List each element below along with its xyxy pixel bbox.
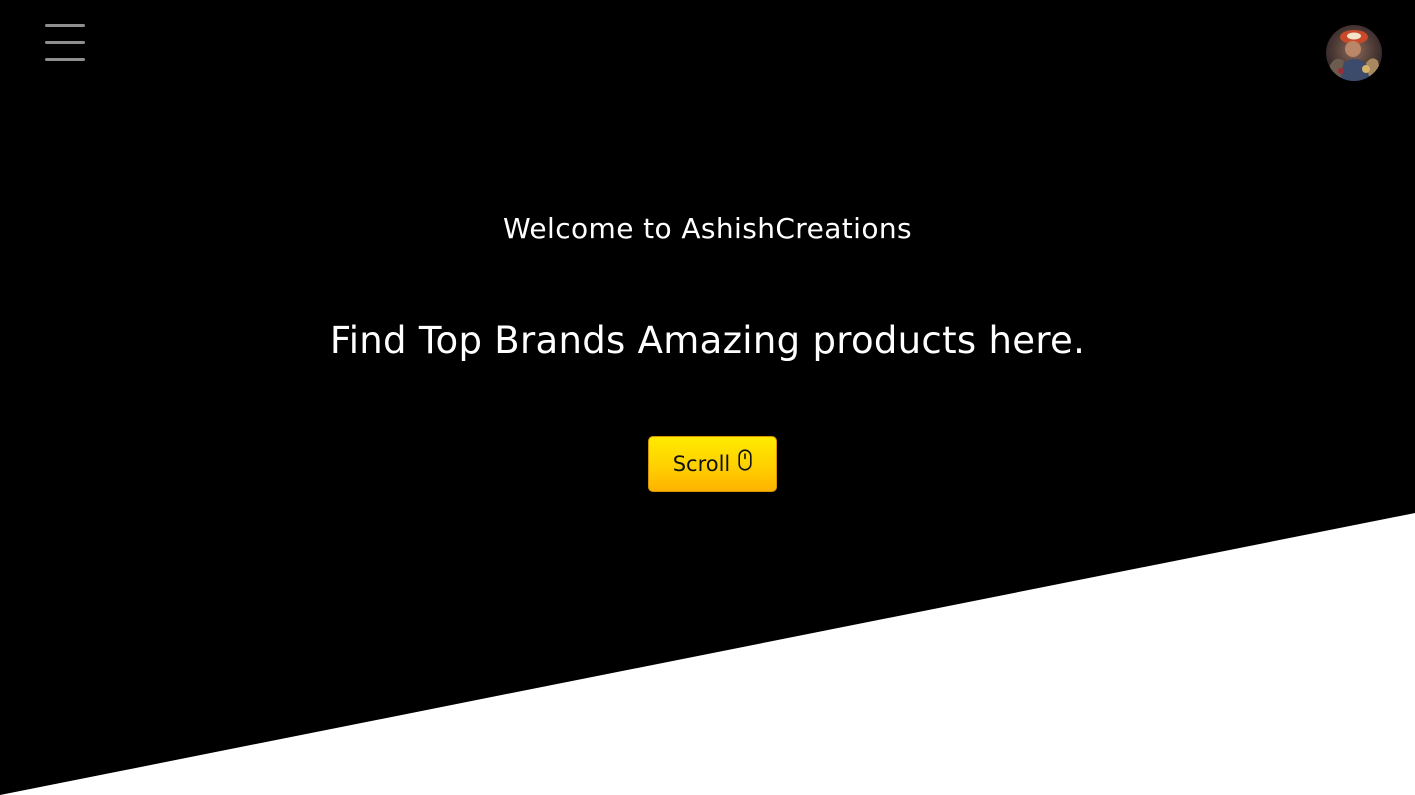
scroll-button-label: Scroll xyxy=(672,452,731,476)
hero-dark-slant xyxy=(0,0,1415,795)
scroll-button[interactable]: Scroll xyxy=(648,436,777,492)
welcome-heading: Welcome to AshishCreations xyxy=(502,212,913,245)
mouse-icon xyxy=(738,449,752,475)
hero-background xyxy=(0,0,1415,795)
menu-bar xyxy=(45,24,85,27)
profile-avatar[interactable] xyxy=(1326,25,1382,81)
hamburger-menu-icon[interactable] xyxy=(45,24,85,62)
menu-bar xyxy=(45,58,85,61)
menu-bar xyxy=(45,41,85,44)
tagline-heading: Find Top Brands Amazing products here. xyxy=(329,319,1086,362)
landing-page: Welcome to AshishCreations Find Top Bran… xyxy=(0,0,1415,795)
